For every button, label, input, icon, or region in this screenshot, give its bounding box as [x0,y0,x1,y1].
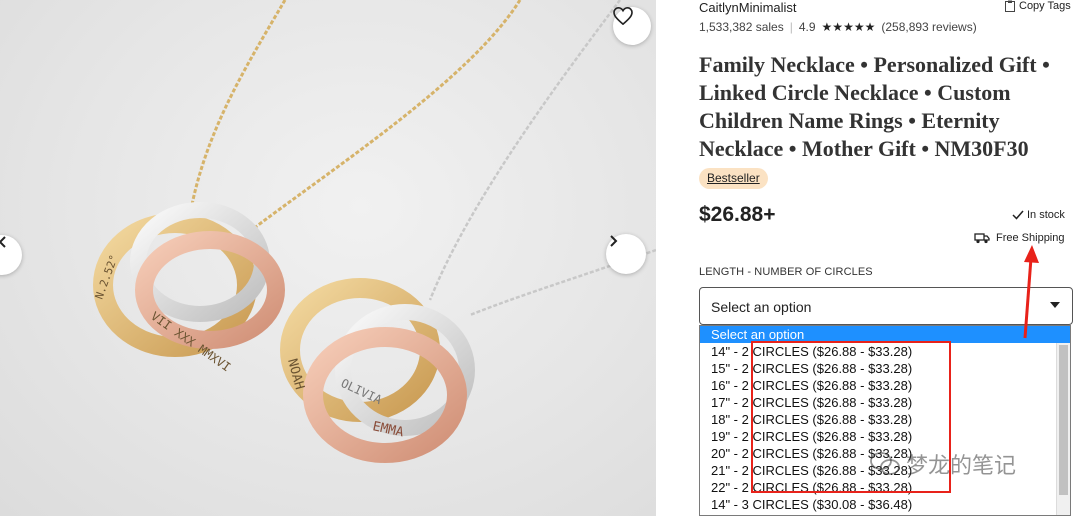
dropdown-option[interactable]: 15" - 2 CIRCLES ($26.88 - $33.28) [700,360,1070,377]
variation-select-value: Select an option [711,299,812,315]
wechat-icon [870,452,900,475]
dropdown-option[interactable]: 16" - 2 CIRCLES ($26.88 - $33.28) [700,377,1070,394]
rating-value: 4.9 [798,20,816,34]
clipboard-icon [1005,0,1015,12]
heart-icon [613,7,633,25]
copy-tags-label: Copy Tags [1019,0,1071,12]
truck-icon [974,233,990,244]
divider: | [789,20,793,34]
dropdown-option[interactable]: 14" - 2 CIRCLES ($26.88 - $33.28) [700,343,1070,360]
rating-row: 1,533,382 sales | 4.9 ★★★★★ (258,893 rev… [699,20,977,34]
price: $26.88+ [699,203,776,226]
sales-count: 1,533,382 sales [699,20,784,34]
shipping-status: Free Shipping [974,232,1065,244]
stock-status: In stock [1012,209,1065,221]
variation-label: LENGTH - NUMBER OF CIRCLES [699,266,873,278]
bestseller-badge[interactable]: Bestseller [699,168,768,189]
product-photo: NOAH OLIVIA EMMA VII XXX MMXVI N.2.52° [0,0,656,516]
dropdown-option[interactable]: 18" - 2 CIRCLES ($26.88 - $33.28) [700,411,1070,428]
caret-down-icon [1050,302,1060,308]
necklace-illustration: NOAH OLIVIA EMMA VII XXX MMXVI N.2.52° [93,0,656,463]
star-rating-icon: ★★★★★ [821,20,876,34]
watermark-text: 梦龙的笔记 [906,454,1017,479]
dropdown-option[interactable]: 22" - 2 CIRCLES ($26.88 - $33.28) [700,479,1070,496]
dropdown-option[interactable]: 19" - 2 CIRCLES ($26.88 - $33.28) [700,428,1070,445]
product-info-panel: CaitlynMinimalist Copy Tags 1,533,382 sa… [656,0,1080,516]
review-count-link[interactable]: (258,893 reviews) [881,20,976,34]
watermark: 梦龙的笔记 [870,448,1016,480]
shipping-label: Free Shipping [996,232,1065,244]
dropdown-option-placeholder[interactable]: Select an option [700,326,1070,343]
chevron-right-icon [610,235,618,247]
dropdown-scrollbar[interactable] [1056,343,1070,515]
variation-dropdown-list[interactable]: Select an option 14" - 2 CIRCLES ($26.88 … [699,325,1071,516]
chevron-left-icon [0,236,6,248]
dropdown-option[interactable]: 17" - 2 CIRCLES ($26.88 - $33.28) [700,394,1070,411]
variation-select[interactable]: Select an option [699,287,1073,325]
scrollbar-thumb[interactable] [1059,345,1068,495]
favorite-button[interactable] [613,7,651,45]
dropdown-option[interactable]: 14" - 3 CIRCLES ($30.08 - $36.48) [700,496,1070,513]
stock-label: In stock [1027,209,1065,221]
shop-name-link[interactable]: CaitlynMinimalist [699,0,797,15]
next-image-button[interactable] [606,234,646,274]
copy-tags-button[interactable]: Copy Tags [1005,0,1071,12]
checkmark-icon [1012,210,1024,220]
product-title: Family Necklace • Personalized Gift • Li… [699,52,1050,161]
option-list: Select an option 14" - 2 CIRCLES ($26.88 … [700,326,1070,513]
